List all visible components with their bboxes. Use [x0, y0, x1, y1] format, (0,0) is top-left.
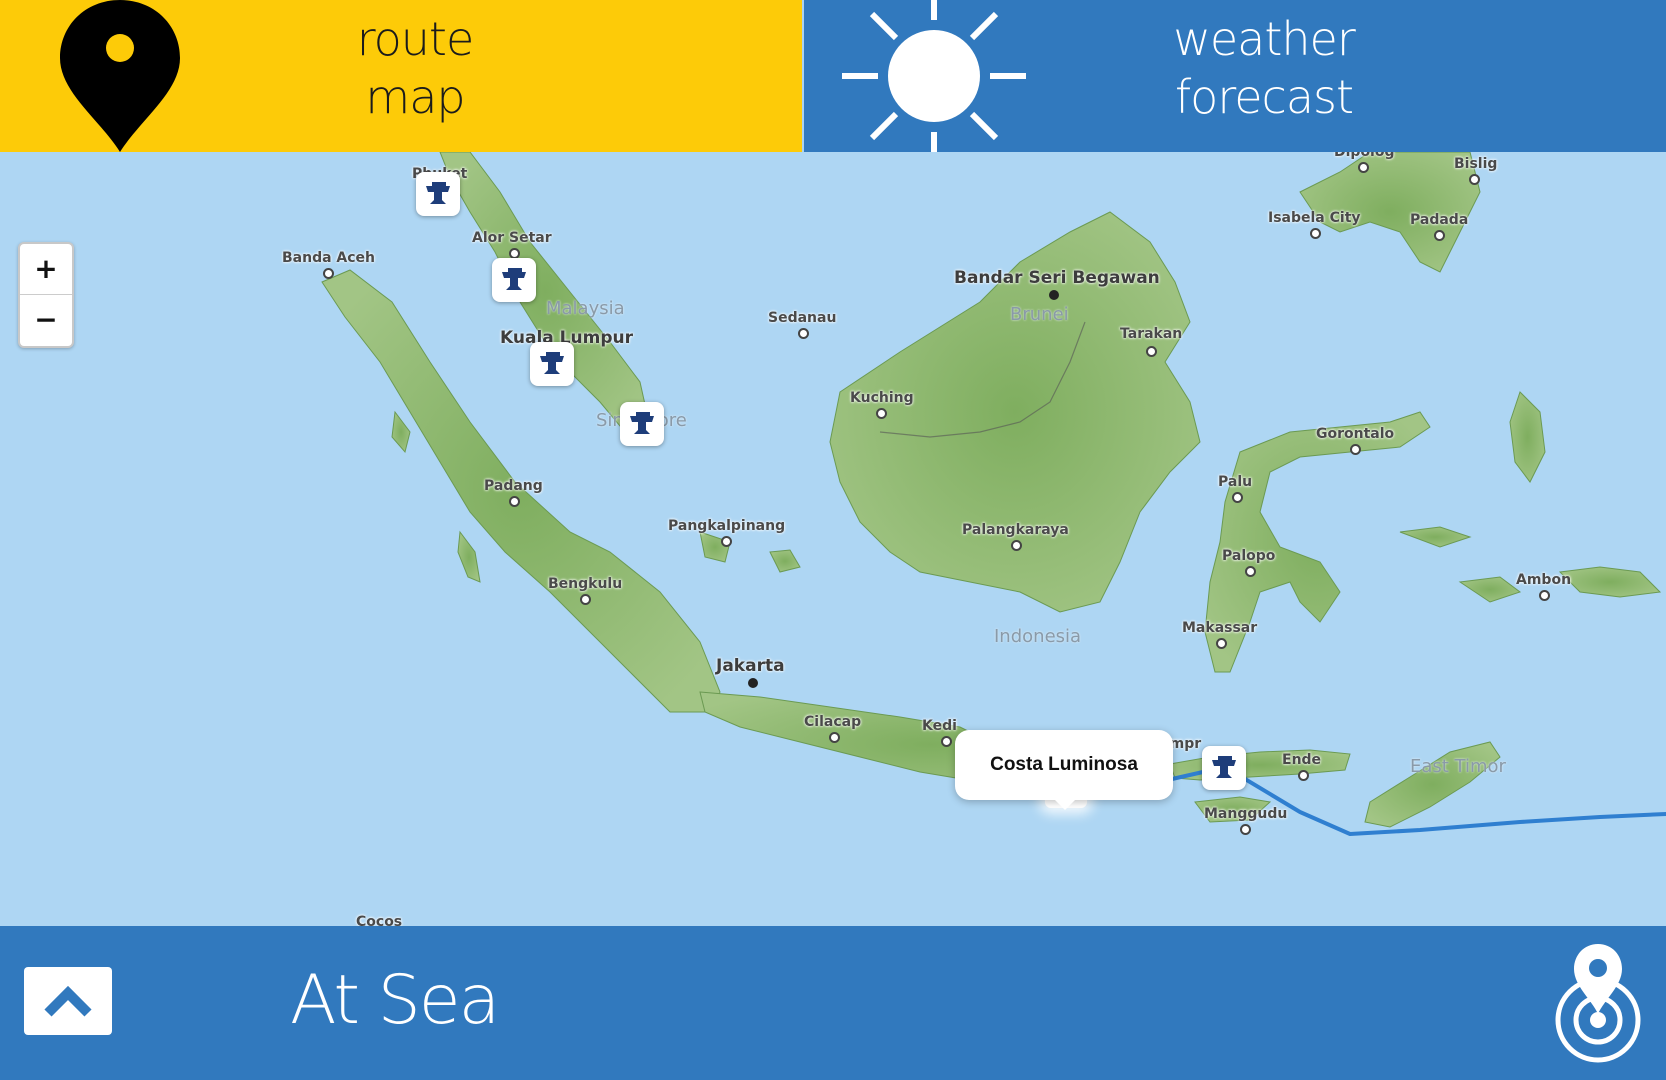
place-label: Dipolog [1334, 152, 1395, 160]
place-label: Palangkaraya [962, 522, 1069, 538]
place-dot [1232, 492, 1243, 503]
place-label: Isabela City [1268, 210, 1361, 226]
place-label: Pangkalpinang [668, 518, 786, 534]
place-dot [1358, 162, 1369, 173]
map-terrain [321, 152, 1666, 836]
ship-name: Costa Luminosa [990, 754, 1138, 775]
place-dot [748, 678, 758, 688]
place-dot [1539, 590, 1550, 601]
voyage-status: At Sea [290, 961, 500, 1040]
place-label: Padada [1410, 212, 1469, 228]
place-dot [1049, 290, 1059, 300]
popup-tip [1053, 798, 1077, 810]
place-label: Gorontalo [1316, 426, 1395, 442]
chevron-up-icon [44, 985, 92, 1017]
place-dot [829, 732, 840, 743]
place-label: Cocos [356, 914, 403, 926]
place-label: Indonesia [994, 626, 1082, 647]
ship-port-icon [630, 412, 654, 434]
place-label: Kuching [850, 390, 914, 406]
tab-weather-label: weather forecast [1173, 12, 1356, 124]
place-dot [1146, 346, 1157, 357]
port-marker[interactable] [416, 172, 460, 216]
tab-route-label: route map [356, 12, 475, 124]
tab-route-map[interactable]: route map [0, 0, 802, 152]
port-marker[interactable] [1202, 746, 1246, 790]
place-label: Tarakan [1120, 326, 1183, 342]
ship-port-icon [502, 268, 526, 290]
place-dot [1245, 566, 1256, 577]
place-dot [1310, 228, 1321, 239]
place-label: Makassar [1182, 620, 1258, 636]
zoom-in-button[interactable]: + [20, 244, 72, 295]
place-label: Bengkulu [548, 576, 623, 592]
place-label: Palu [1218, 474, 1253, 490]
sun-icon [842, 0, 1026, 152]
place-dot [580, 594, 591, 605]
place-dot [876, 408, 887, 419]
port-marker[interactable] [530, 342, 574, 386]
place-label: Bislig [1454, 156, 1498, 172]
place-dot [1240, 824, 1251, 835]
place-label: Palopo [1222, 548, 1276, 564]
place-label: Bandar Seri Begawan [954, 268, 1160, 288]
route-map[interactable]: Phuket Banda Aceh Alor Setar Malaysia Ku… [0, 152, 1666, 926]
place-dot [1011, 540, 1022, 551]
place-label: Sedanau [768, 310, 837, 326]
expand-button[interactable] [24, 967, 112, 1035]
ship-port-icon [1212, 756, 1236, 778]
place-label: East Timor [1410, 756, 1506, 777]
zoom-out-button[interactable]: − [20, 295, 72, 345]
locate-ship-icon[interactable] [1548, 942, 1648, 1066]
ship-popup[interactable]: Costa Luminosa [955, 730, 1173, 810]
place-label: Banda Aceh [282, 250, 376, 266]
place-dot [323, 268, 334, 279]
place-dot [798, 328, 809, 339]
zoom-control: + − [18, 242, 74, 348]
ship-port-icon [426, 182, 450, 204]
port-marker[interactable] [492, 258, 536, 302]
ship-port-icon [540, 352, 564, 374]
place-dot [1298, 770, 1309, 781]
place-label: Padang [484, 478, 543, 494]
place-label: Ambon [1516, 572, 1572, 588]
place-dot [1469, 174, 1480, 185]
place-dot [1434, 230, 1445, 241]
place-dot [721, 536, 732, 547]
map-pin-icon [60, 0, 180, 152]
place-dot [509, 496, 520, 507]
place-label: Cilacap [804, 714, 862, 730]
place-label: Kedi [922, 718, 957, 734]
place-label: Brunei [1010, 304, 1069, 325]
place-dot [1216, 638, 1227, 649]
place-dot [941, 736, 952, 747]
place-label: Alor Setar [472, 230, 552, 246]
status-bar: At Sea [0, 926, 1666, 1080]
place-label: Jakarta [716, 656, 785, 676]
place-label: Malaysia [546, 298, 625, 319]
port-marker[interactable] [620, 402, 664, 446]
place-label: Ende [1282, 752, 1322, 768]
place-label: Manggudu [1204, 806, 1288, 822]
place-dot [1350, 444, 1361, 455]
